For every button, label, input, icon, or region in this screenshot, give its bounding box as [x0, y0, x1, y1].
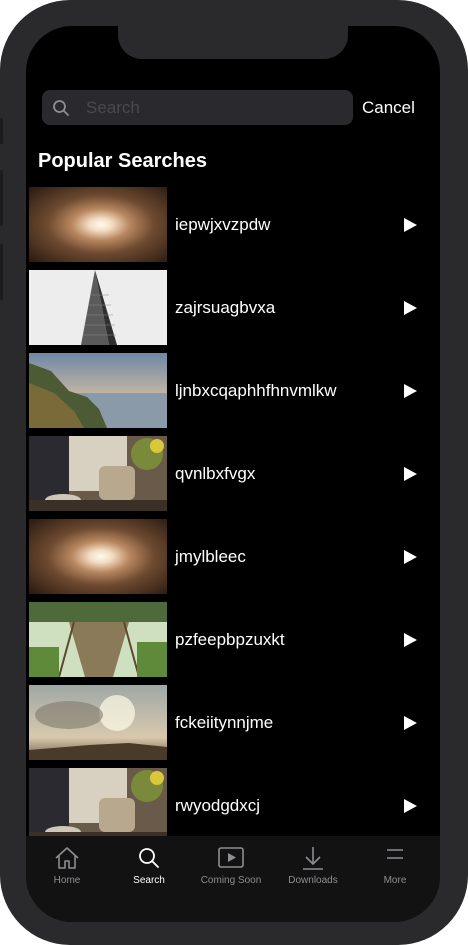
result-title: jmylbleec — [175, 547, 246, 566]
search-icon — [108, 846, 190, 870]
play-square-icon — [190, 846, 272, 870]
search-result-row[interactable]: qvnlbxfvgx — [26, 436, 440, 519]
menu-icon — [354, 846, 436, 870]
results-list: iepwjxvzpdw zajrsuagbvxa ljnbxcqaphhfhnv… — [26, 187, 440, 851]
play-icon[interactable] — [404, 799, 417, 813]
result-title: iepwjxvzpdw — [175, 215, 271, 234]
tab-more[interactable]: More — [354, 846, 436, 886]
screen: Cancel Popular Searches iepwjxvzpdw zajr… — [26, 26, 440, 922]
search-result-row[interactable]: zajrsuagbvxa — [26, 270, 440, 353]
phone-frame: Cancel Popular Searches iepwjxvzpdw zajr… — [0, 0, 468, 945]
home-icon — [26, 846, 108, 870]
tab-label: Search — [133, 875, 165, 886]
play-icon[interactable] — [404, 716, 417, 730]
play-icon[interactable] — [404, 384, 417, 398]
thumbnail-tunnel — [29, 187, 167, 262]
section-title: Popular Searches — [38, 150, 207, 172]
thumbnail-tunnel — [29, 519, 167, 594]
mute-switch — [0, 118, 3, 144]
notch — [118, 26, 348, 59]
thumbnail-bridge — [29, 602, 167, 677]
download-icon — [272, 846, 354, 870]
search-result-row[interactable]: jmylbleec — [26, 519, 440, 602]
tab-label: Downloads — [288, 875, 338, 886]
result-title: fckeiitynnjme — [175, 713, 274, 732]
result-title: qvnlbxfvgx — [175, 464, 256, 483]
result-title: pzfeepbpzuxkt — [175, 630, 285, 649]
thumbnail-teapot — [29, 768, 167, 843]
cancel-button[interactable]: Cancel — [362, 98, 415, 118]
tab-coming-soon[interactable]: Coming Soon — [190, 846, 272, 886]
play-icon[interactable] — [404, 550, 417, 564]
search-result-row[interactable]: iepwjxvzpdw — [26, 187, 440, 270]
tab-bar: Home Search Coming Soon Downloads More — [26, 836, 440, 922]
result-title: ljnbxcqaphhfhnvmlkw — [175, 381, 337, 400]
thumbnail-building — [29, 270, 167, 345]
result-title: rwyodgdxcj — [175, 796, 261, 815]
tab-downloads[interactable]: Downloads — [272, 846, 354, 886]
play-icon[interactable] — [404, 301, 417, 315]
result-title: zajrsuagbvxa — [175, 298, 276, 317]
play-icon[interactable] — [404, 633, 417, 647]
search-result-row[interactable]: ljnbxcqaphhfhnvmlkw — [26, 353, 440, 436]
tab-label: Coming Soon — [200, 875, 262, 886]
thumbnail-coast — [29, 353, 167, 428]
volume-up-button — [0, 170, 3, 226]
tab-search[interactable]: Search — [108, 846, 190, 886]
search-input[interactable] — [86, 90, 336, 125]
search-icon — [53, 100, 69, 116]
tab-home[interactable]: Home — [26, 846, 108, 886]
search-result-row[interactable]: fckeiitynnjme — [26, 685, 440, 768]
thumbnail-sky — [29, 685, 167, 760]
play-icon[interactable] — [404, 467, 417, 481]
volume-down-button — [0, 244, 3, 300]
tab-label: More — [383, 875, 407, 886]
tab-label: Home — [53, 875, 81, 886]
search-result-row[interactable]: pzfeepbpzuxkt — [26, 602, 440, 685]
play-icon[interactable] — [404, 218, 417, 232]
thumbnail-teapot — [29, 436, 167, 511]
search-bar[interactable] — [42, 90, 353, 125]
